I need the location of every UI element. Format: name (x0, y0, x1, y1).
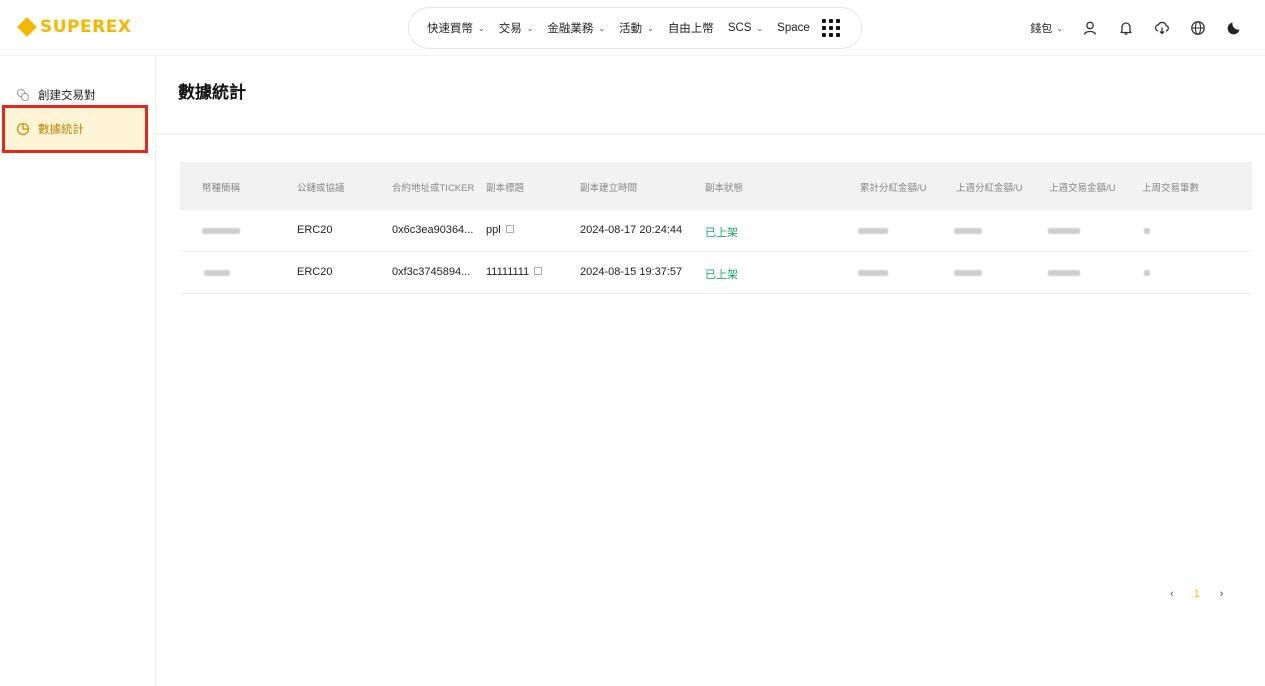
column-header: 累計分紅金額/U (860, 183, 927, 194)
blurred-value (954, 270, 982, 276)
nav-label: SCS (727, 22, 752, 34)
column-header: 合約地址或TICKER (392, 183, 475, 194)
brand-name: SUPEREX (40, 17, 132, 37)
grid-icon[interactable] (821, 19, 840, 37)
bell-icon[interactable] (1117, 19, 1135, 37)
column-header: 上周交易筆數 (1142, 183, 1200, 194)
cell-contract: 0x6c3ea90364... (392, 224, 474, 236)
chevron-down-icon: ⌄ (478, 23, 485, 33)
blurred-value (858, 270, 888, 276)
prev-page-button[interactable]: ‹ (1170, 588, 1174, 600)
blurred-symbol (204, 270, 230, 276)
nav-finance[interactable]: 金融業務 ⌄ (547, 20, 605, 36)
wallet-menu[interactable]: 錢包 ⌄ (1030, 20, 1063, 36)
cell-contract: 0xf3c3745894... (392, 266, 471, 278)
nav-scs[interactable]: SCS ⌄ (728, 22, 763, 34)
external-link-icon[interactable] (534, 267, 543, 275)
table-row: ERC20 0xf3c3745894... 11111111 2024-08-1… (180, 252, 1252, 294)
table-row: ERC20 0x6c3ea90364... ppl 2024-08-17 20:… (180, 210, 1252, 252)
main-nav: 快速買幣 ⌄ 交易 ⌄ 金融業務 ⌄ 活動 ⌄ 自由上幣 SCS ⌄ Space (408, 7, 862, 49)
cell-title: 11111111 (486, 266, 543, 278)
nav-label: 交易 (498, 23, 522, 35)
column-header: 上週分紅金額/U (956, 183, 1023, 194)
next-page-button[interactable]: › (1220, 588, 1224, 600)
page-title: 數據統計 (178, 83, 246, 102)
chevron-down-icon: ⌄ (647, 23, 654, 33)
nav-label: Space (777, 22, 810, 34)
column-header: 副本建立時間 (580, 183, 638, 194)
statistics-table: 幣種簡稱 公鏈或協議 合約地址或TICKER 副本標題 副本建立時間 副本狀態 … (180, 162, 1252, 294)
status-badge: 已上架 (705, 227, 738, 239)
header-tools: 錢包 ⌄ (1030, 17, 1243, 39)
column-header: 公鏈或協議 (297, 183, 345, 194)
status-badge: 已上架 (705, 269, 738, 281)
cell-title: ppl (486, 224, 514, 236)
column-header: 上週交易金額/U (1049, 183, 1116, 194)
blurred-value (1048, 228, 1080, 234)
divider (156, 133, 1265, 135)
sidebar-item-statistics[interactable]: 數據統計 (2, 105, 148, 153)
table-header: 幣種簡稱 公鏈或協議 合約地址或TICKER 副本標題 副本建立時間 副本狀態 … (180, 162, 1252, 210)
nav-label: 金融業務 (547, 23, 594, 35)
top-header: SUPEREX 快速買幣 ⌄ 交易 ⌄ 金融業務 ⌄ 活動 ⌄ 自由上幣 SCS ⌄ Sp… (0, 0, 1265, 56)
coins-icon (16, 88, 30, 102)
cell-created: 2024-08-15 19:37:57 (580, 266, 683, 278)
nav-trade[interactable]: 交易 ⌄ (499, 20, 534, 36)
page-number-current[interactable]: 1 (1194, 588, 1200, 600)
logo-diamond-icon (17, 17, 37, 37)
globe-icon[interactable] (1189, 19, 1207, 37)
chevron-down-icon: ⌄ (598, 23, 606, 33)
column-header: 副本狀態 (705, 183, 744, 194)
chevron-down-icon: ⌄ (526, 23, 534, 33)
blurred-value (1144, 270, 1150, 276)
sidebar: 創建交易對 數據統計 (0, 57, 156, 686)
cell-created: 2024-08-17 20:24:44 (580, 224, 683, 236)
nav-free-listing[interactable]: 自由上幣 (668, 20, 714, 36)
sidebar-item-label: 創建交易對 (38, 90, 96, 102)
brand-logo[interactable]: SUPEREX (17, 16, 132, 38)
column-header: 副本標題 (486, 183, 525, 194)
chevron-down-icon: ⌄ (756, 23, 764, 33)
download-icon[interactable] (1153, 19, 1171, 37)
blurred-value (1144, 228, 1150, 234)
cell-title-text: 11111111 (486, 266, 530, 278)
nav-activities[interactable]: 活動 ⌄ (619, 20, 654, 36)
blurred-value (954, 228, 982, 234)
pie-chart-icon (16, 122, 30, 136)
cell-chain: ERC20 (297, 266, 333, 278)
blurred-symbol (202, 228, 240, 234)
pagination: ‹ 1 › (1170, 588, 1223, 600)
nav-label: 快速買幣 (427, 23, 473, 35)
cell-title-text: ppl (486, 224, 501, 236)
column-header: 幣種簡稱 (202, 183, 241, 194)
moon-icon[interactable] (1225, 19, 1243, 37)
blurred-value (1048, 270, 1080, 276)
sidebar-item-label: 數據統計 (38, 124, 84, 136)
wallet-label: 錢包 (1030, 23, 1053, 35)
chevron-down-icon: ⌄ (1056, 23, 1063, 33)
nav-label: 自由上幣 (667, 23, 714, 35)
external-link-icon[interactable] (505, 225, 514, 233)
nav-space[interactable]: Space (777, 22, 810, 34)
user-icon[interactable] (1081, 19, 1099, 37)
nav-quick-buy[interactable]: 快速買幣 ⌄ (427, 20, 485, 36)
cell-chain: ERC20 (297, 224, 333, 236)
blurred-value (858, 228, 888, 234)
nav-label: 活動 (619, 23, 643, 35)
